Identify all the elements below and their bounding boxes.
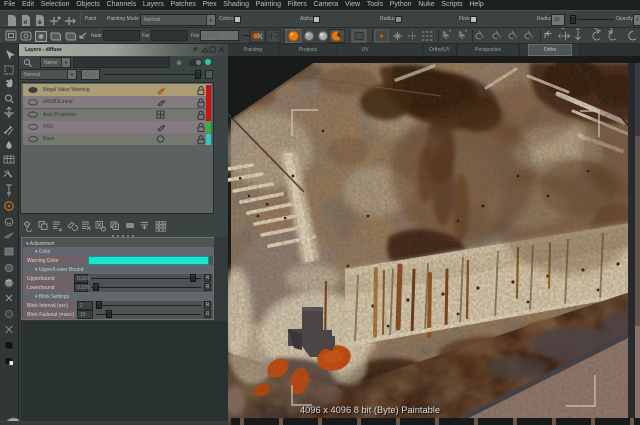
svg-text:4096 x 4096 8 bit (Byte) Pain: 4096 x 4096 8 bit (Byte) Paintable [300, 405, 440, 415]
